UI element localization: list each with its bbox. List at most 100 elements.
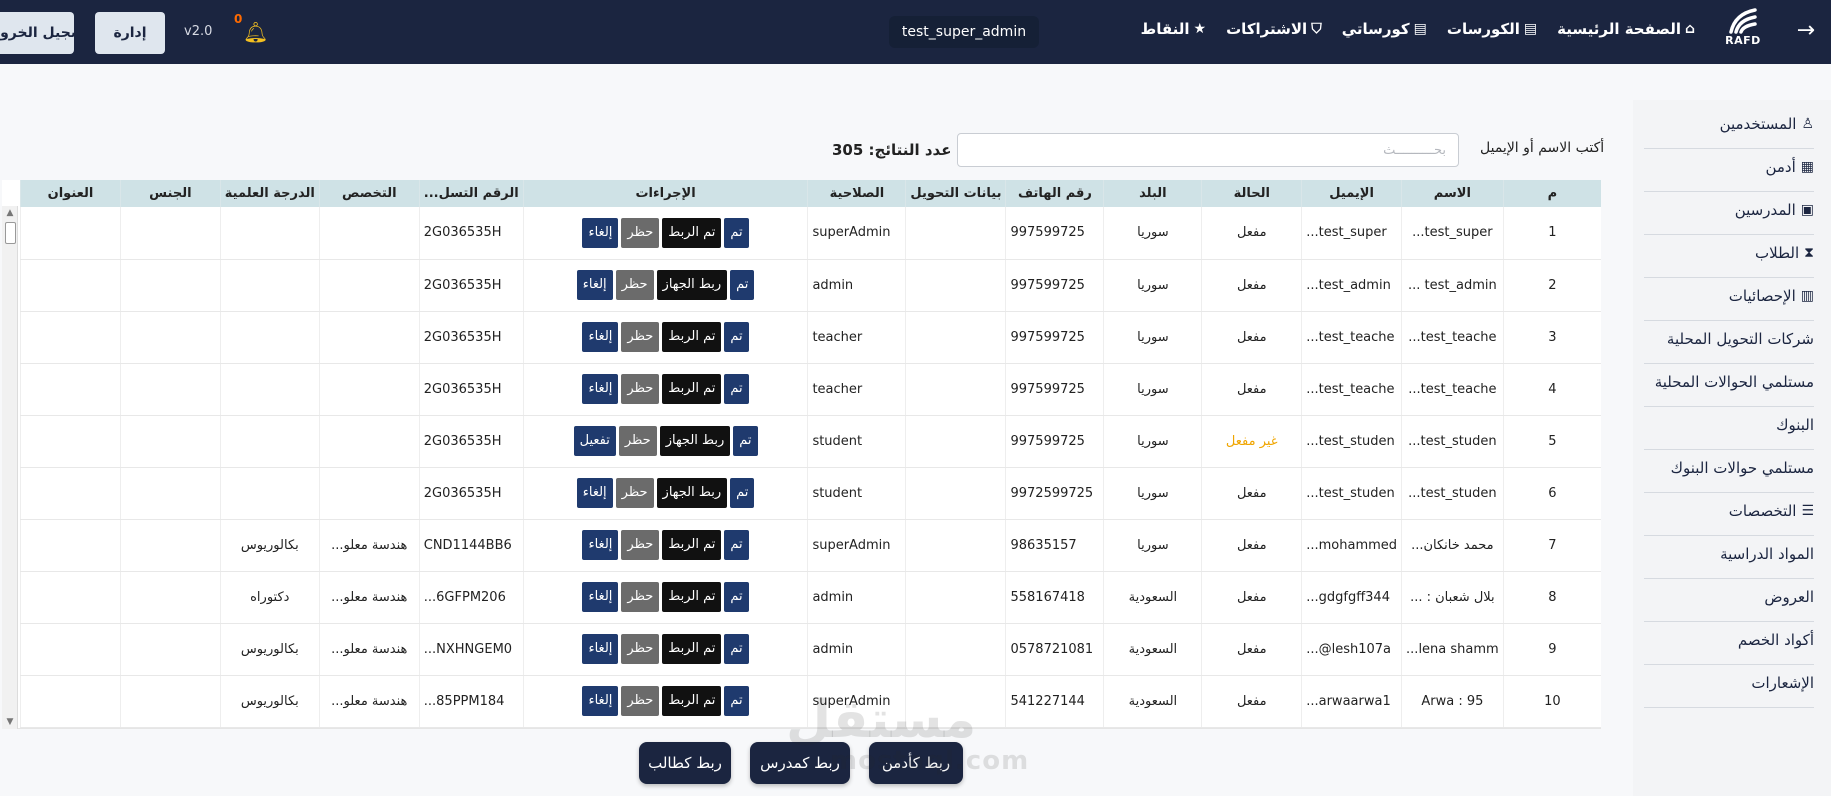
cancel-button[interactable]: إلغاء: [582, 217, 619, 248]
column-header[interactable]: التخصص: [318, 180, 420, 207]
scroll-down-icon[interactable]: ▼: [2, 715, 18, 729]
done-button[interactable]: تم: [730, 478, 755, 508]
actions-group: إلغاء حظر تم الربط تم: [528, 582, 804, 612]
done-button[interactable]: تم: [733, 426, 758, 456]
table-row[interactable]: 7 محمد خانكان... mohammed... مفعل سوريا 98635…: [20, 519, 1601, 572]
done-button[interactable]: تم: [724, 217, 749, 248]
device-link-button[interactable]: تم الربط: [662, 634, 722, 664]
table-row[interactable]: 4 test_teache... test_teache... مفعل سوريا 99…: [20, 363, 1601, 416]
block-button[interactable]: حظر: [621, 634, 660, 664]
device-link-button[interactable]: ربط الجهاز: [656, 478, 728, 508]
done-button[interactable]: تم: [724, 634, 749, 664]
sidebar-item-2[interactable]: ▦ أدمن: [1644, 143, 1814, 192]
admin-button[interactable]: إدارة: [95, 12, 165, 54]
column-header[interactable]: الإيميل: [1301, 180, 1402, 207]
sidebar-item-8[interactable]: البنوك: [1644, 401, 1814, 450]
done-button[interactable]: تم: [724, 686, 749, 716]
column-header[interactable]: بيانات التحويل: [905, 180, 1006, 207]
device-link-button[interactable]: تم الربط: [662, 582, 722, 612]
cancel-button[interactable]: إلغاء: [582, 686, 619, 716]
sidebar-item-14[interactable]: الإشعارات: [1644, 659, 1814, 708]
done-button[interactable]: تم: [730, 270, 755, 300]
block-button[interactable]: حظر: [615, 478, 654, 508]
scroll-thumb[interactable]: [5, 222, 16, 244]
sidebar-item-1[interactable]: ♙ المستخدمين: [1644, 100, 1814, 149]
device-link-button[interactable]: تم الربط: [662, 374, 722, 404]
user-country: سوريا: [1103, 467, 1202, 520]
done-button[interactable]: تم: [724, 322, 749, 352]
transfer-data: [905, 207, 1006, 260]
block-button[interactable]: حظر: [621, 582, 660, 612]
column-header[interactable]: البلد: [1103, 180, 1202, 207]
sidebar-item-5[interactable]: ▥ الإحصائيات: [1644, 272, 1814, 321]
sidebar-item-12[interactable]: العروض: [1644, 573, 1814, 622]
link-as-student-button[interactable]: ربط كطالب: [639, 742, 731, 784]
activate-button[interactable]: تفعيل: [573, 426, 616, 456]
block-button[interactable]: حظر: [621, 686, 660, 716]
search-input[interactable]: [957, 133, 1459, 167]
block-button[interactable]: حظر: [615, 270, 654, 300]
cancel-button[interactable]: إلغاء: [576, 270, 613, 300]
table-row[interactable]: 3 test_teache... test_teache... مفعل سوريا 99…: [20, 311, 1601, 364]
nav-item-4[interactable]: ⛉ الاشتراكات: [1226, 20, 1322, 38]
column-header[interactable]: الحالة: [1201, 180, 1302, 207]
column-header[interactable]: الرقم التسل...: [418, 180, 524, 207]
device-link-button[interactable]: تم الربط: [662, 322, 722, 352]
sidebar-item-9[interactable]: مستلمي حوالات البنوك: [1644, 444, 1814, 493]
block-button[interactable]: حظر: [621, 530, 660, 560]
cancel-button[interactable]: إلغاء: [582, 374, 619, 404]
sidebar-item-13[interactable]: أكواد الخصم: [1644, 616, 1814, 665]
table-row[interactable]: 2 test_admin ... test_admin... مفعل سوريا 997…: [20, 259, 1601, 312]
table-row[interactable]: 5 test_studen... test_studen... غير مفعل سور…: [20, 415, 1601, 468]
bell-icon[interactable]: 🔔︎: [243, 20, 268, 44]
user-degree: بكالوريوس: [219, 519, 320, 572]
column-header[interactable]: الاسم: [1401, 180, 1504, 207]
cancel-button[interactable]: إلغاء: [582, 582, 619, 612]
scroll-up-icon[interactable]: ▲: [2, 206, 18, 220]
sidebar-item-7[interactable]: مستلمي الحوالات المحلية: [1644, 358, 1814, 407]
nav-item-1[interactable]: ⌂ الصفحة الرئيسية: [1557, 20, 1695, 38]
sidebar-item-10[interactable]: ☰ التخصصات: [1644, 487, 1814, 536]
column-header[interactable]: الجنس: [119, 180, 221, 207]
column-header[interactable]: رقم الهاتف: [1005, 180, 1104, 207]
block-button[interactable]: حظر: [618, 426, 657, 456]
device-link-button[interactable]: ربط الجهاز: [656, 270, 728, 300]
cancel-button[interactable]: إلغاء: [582, 530, 619, 560]
done-button[interactable]: تم: [724, 374, 749, 404]
device-link-button[interactable]: ربط الجهاز: [659, 426, 731, 456]
done-button[interactable]: تم: [724, 530, 749, 560]
column-header[interactable]: م: [1502, 180, 1601, 207]
device-link-button[interactable]: تم الربط: [662, 686, 722, 716]
table-row[interactable]: 6 test_studen... test_studen... مفعل سوريا 99…: [20, 467, 1601, 520]
column-header[interactable]: العنوان: [20, 180, 121, 207]
logout-button[interactable]: تسجيل الخروج: [0, 12, 74, 54]
nav-item-2[interactable]: ▤ الكورسات: [1447, 20, 1537, 38]
column-header[interactable]: الصلاحية: [807, 180, 906, 207]
cancel-button[interactable]: إلغاء: [576, 478, 613, 508]
device-link-button[interactable]: تم الربط: [662, 217, 722, 248]
done-button[interactable]: تم: [724, 582, 749, 612]
user-status: مفعل: [1201, 519, 1302, 572]
cancel-button[interactable]: إلغاء: [582, 322, 619, 352]
sidebar-item-3[interactable]: ▣ المدرسين: [1644, 186, 1814, 235]
column-header[interactable]: الإجراءات: [522, 180, 808, 207]
user-gender: [119, 623, 221, 676]
table-row[interactable]: 9 lena shamm... lesh107a@... مفعل السعودية 05…: [20, 623, 1601, 676]
nav-item-5[interactable]: ★ النقاط: [1141, 20, 1206, 38]
nav-item-3[interactable]: ▤ كورساتي: [1342, 20, 1427, 38]
table-row[interactable]: 1 test_super... test_super... مفعل سوريا 9975…: [20, 207, 1601, 260]
sidebar-item-6[interactable]: شركات التحويل المحلية: [1644, 315, 1814, 364]
table-row[interactable]: 8 بلال شعبان : ... gdgfgff344... مفعل السعود…: [20, 571, 1601, 624]
rafd-logo[interactable]: RAFD: [1721, 6, 1765, 58]
sidebar-item-11[interactable]: المواد الدراسية: [1644, 530, 1814, 579]
cancel-button[interactable]: إلغاء: [582, 634, 619, 664]
current-user[interactable]: test_super_admin: [889, 16, 1039, 48]
arrow-right-icon[interactable]: →: [1797, 18, 1815, 43]
block-button[interactable]: حظر: [621, 374, 660, 404]
block-button[interactable]: حظر: [621, 217, 660, 248]
sidebar-item-4[interactable]: ⧗ الطلاب: [1644, 229, 1814, 278]
column-header[interactable]: الدرجة العلمية: [219, 180, 320, 207]
table-scrollbar[interactable]: ▲ ▼: [2, 206, 18, 729]
device-link-button[interactable]: تم الربط: [662, 530, 722, 560]
block-button[interactable]: حظر: [621, 322, 660, 352]
